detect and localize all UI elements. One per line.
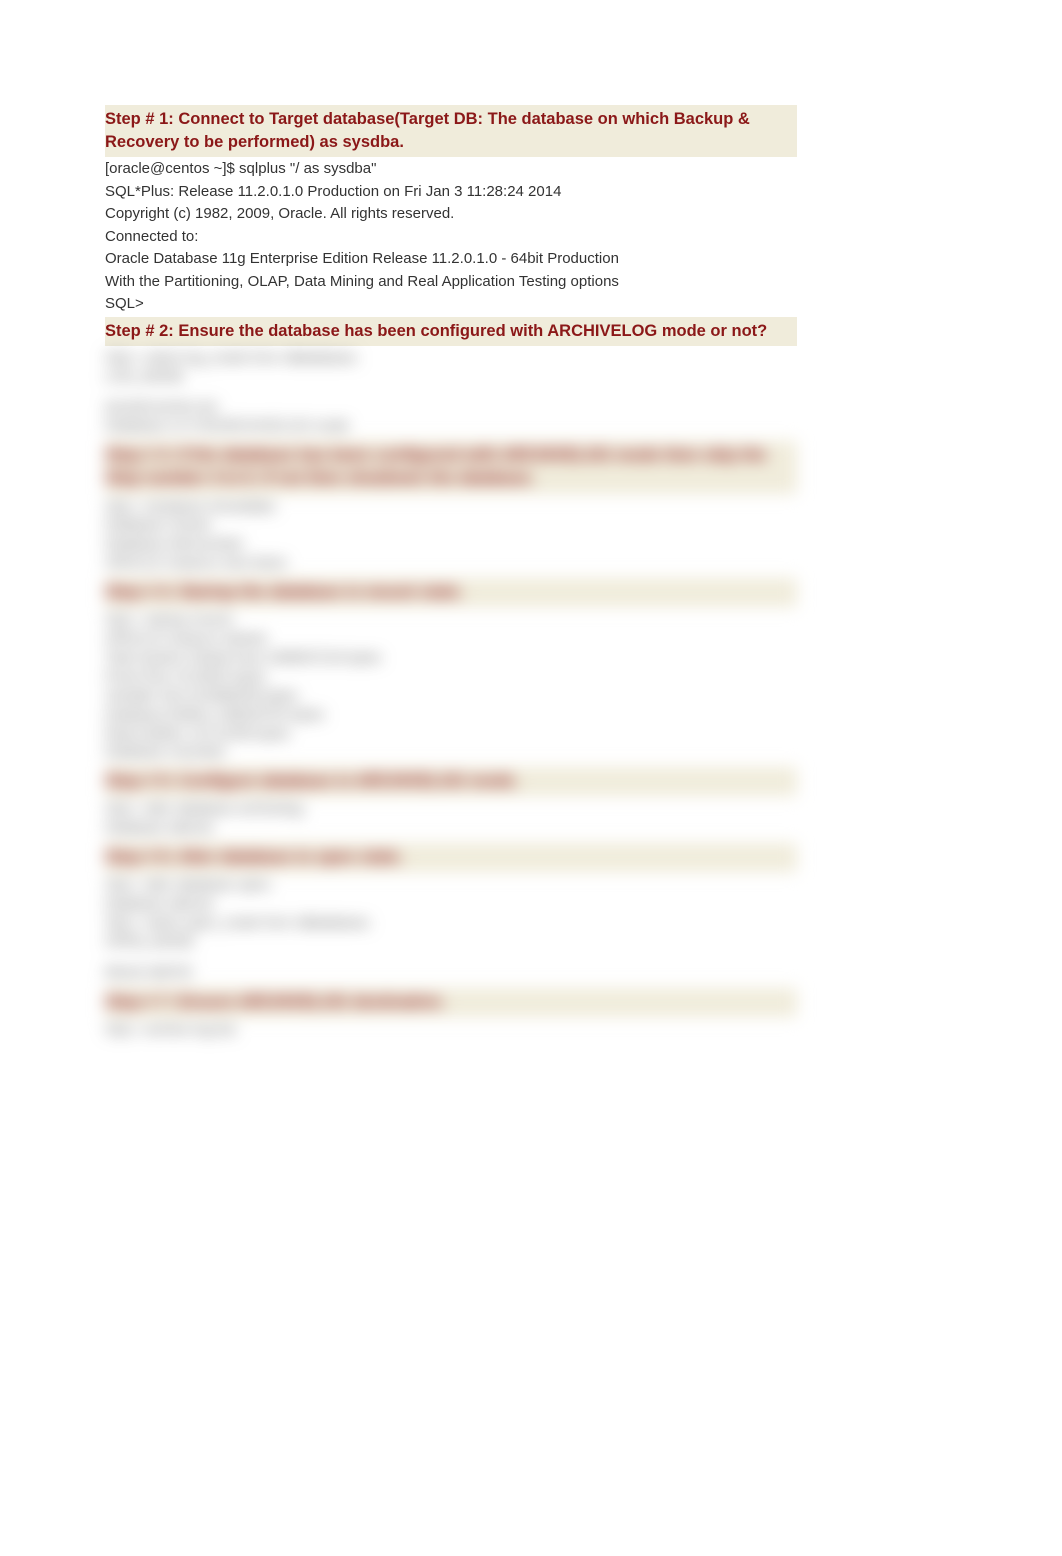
blurred-line: Database closed.	[105, 515, 797, 534]
step-1-line-6: SQL>	[105, 294, 797, 314]
step-1-line-0: [oracle@centos ~]$ sqlplus "/ as sysdba"	[105, 159, 797, 179]
blurred-line: SQL> select log_mode from v$database;	[105, 348, 797, 367]
step-5-heading: Step # 5: Configure database in ARCHIVEL…	[105, 767, 797, 796]
step-6-heading: Step # 6: Alter database to open state.	[105, 843, 797, 872]
blurred-line: SQL> alter database open;	[105, 875, 797, 894]
blurred-line: SQL> select open_mode from v$database;	[105, 913, 797, 932]
step-1-line-2: Copyright (c) 1982, 2009, Oracle. All ri…	[105, 204, 797, 224]
blurred-line: SQL> archive log list;	[105, 1020, 797, 1039]
blurred-line: Database altered.	[105, 894, 797, 913]
step-2-heading: Step # 2: Ensure the database has been c…	[105, 317, 797, 346]
blurred-line: SQL> shutdown immediate;	[105, 497, 797, 516]
document-content: Step # 1: Connect to Target database(Tar…	[105, 105, 797, 1039]
step-3-heading: Step # 3: If the database has been confi…	[105, 441, 797, 493]
blurred-line: SQL> startup mount;	[105, 610, 797, 629]
blurred-line: Redo Buffers 15712256 bytes	[105, 724, 797, 743]
blurred-content: SQL> select log_mode from v$database; LO…	[105, 348, 797, 1039]
blurred-line: ORACLE instance started.	[105, 629, 797, 648]
blurred-line: NOARCHIVELOG	[105, 398, 797, 417]
blurred-line: Database is in NOARCHIVELOG mode	[105, 416, 797, 435]
blurred-line: Database dismounted.	[105, 534, 797, 553]
blurred-line: OPEN_MODE	[105, 932, 797, 951]
blurred-line: Database altered.	[105, 818, 797, 837]
blurred-line: SQL> alter database archivelog;	[105, 799, 797, 818]
blurred-line: READ WRITE	[105, 963, 797, 982]
blurred-line: LOG_MODE	[105, 367, 797, 386]
step-7-heading: Step # 7: Ensure ARCHIVELOG destination.	[105, 988, 797, 1017]
step-1-line-4: Oracle Database 11g Enterprise Edition R…	[105, 249, 797, 269]
step-1-heading: Step # 1: Connect to Target database(Tar…	[105, 105, 797, 157]
blurred-line: Database mounted.	[105, 742, 797, 761]
step-1-line-3: Connected to:	[105, 227, 797, 247]
blurred-line: Fixed Size 2213632 bytes	[105, 667, 797, 686]
blurred-line: Database Buffers 238026752 bytes	[105, 705, 797, 724]
blurred-line: Total System Global Area 1068937216 byte…	[105, 648, 797, 667]
step-1-line-5: With the Partitioning, OLAP, Data Mining…	[105, 272, 797, 292]
blurred-line: Variable Size 813696256 bytes	[105, 686, 797, 705]
step-4-heading: Step # 4: Startup the database in mount …	[105, 578, 797, 607]
step-1-line-1: SQL*Plus: Release 11.2.0.1.0 Production …	[105, 182, 797, 202]
blurred-line: ORACLE instance shut down.	[105, 553, 797, 572]
